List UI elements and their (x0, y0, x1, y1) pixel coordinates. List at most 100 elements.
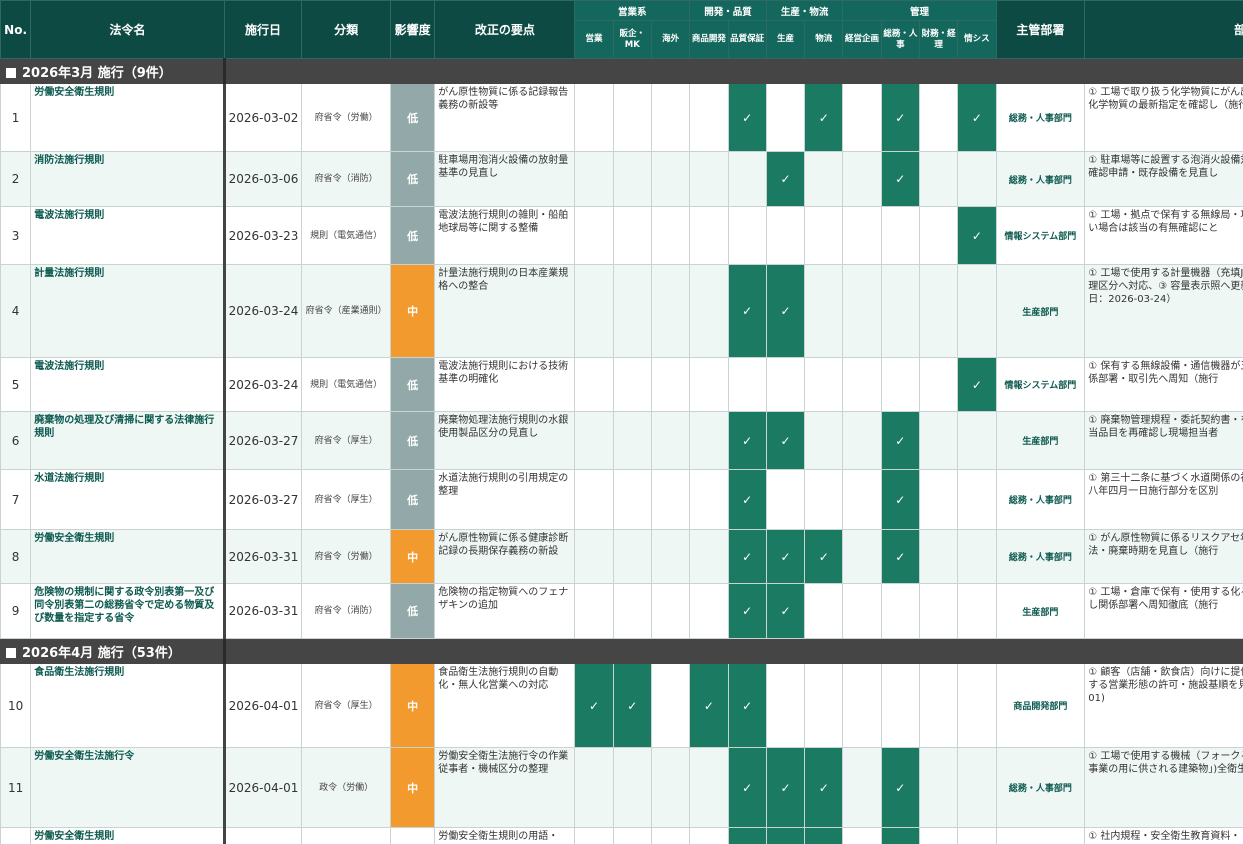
dept-check-cell[interactable]: ✓ (804, 827, 844, 844)
dept-check-cell[interactable]: ✓ (880, 747, 920, 828)
category-cell[interactable]: 規則（電気通信） (301, 357, 391, 412)
header-effective-date[interactable]: 施行日 (223, 0, 303, 59)
table-row[interactable]: 9 危険物の規制に関する政令別表第一及び同令別表第二の総務省令で定める物質及び数量… (0, 583, 1243, 639)
dept-check-cell[interactable] (574, 83, 614, 152)
revision-point-cell[interactable]: がん原性物質に係る記録報告義務の新設等 (434, 83, 576, 152)
header-dept[interactable]: 経営企画 (842, 20, 882, 59)
dept-check-cell[interactable] (918, 583, 959, 639)
dept-check-cell[interactable]: ✓ (880, 827, 920, 844)
dept-check-cell[interactable] (842, 357, 882, 412)
law-name-cell[interactable]: 電波法施行規則 (30, 206, 226, 265)
category-cell[interactable]: 府省令（労働） (301, 83, 391, 152)
dept-check-cell[interactable] (574, 411, 614, 470)
law-name-cell[interactable]: 水道法施行規則 (30, 469, 226, 530)
dept-check-cell[interactable]: ✓ (765, 529, 806, 584)
dept-check-cell[interactable] (918, 529, 959, 584)
dept-check-cell[interactable] (918, 411, 959, 470)
law-name-cell[interactable]: 労働安全衛生法施行令 (30, 747, 226, 828)
dept-check-cell[interactable] (612, 151, 652, 207)
category-cell[interactable]: 府省令（消防） (301, 151, 391, 207)
table-row[interactable]: 7 水道法施行規則 2026-03-27 府省令（厚生）低水道法施行規則の引用規定の整… (0, 469, 1243, 530)
dept-check-cell[interactable] (650, 583, 691, 639)
dept-check-cell[interactable] (804, 663, 844, 748)
dept-detail-cell[interactable]: ① がん原性物質に係るリスクアセ年間保存できる記録管理体制を整理方法・廃棄時期を… (1084, 529, 1243, 584)
dept-detail-cell[interactable]: ① 駐車場等に設置する泡消火設備対象か確認、② 対象となる場合は様・確認申請・既… (1084, 151, 1243, 207)
effective-date-cell[interactable]: 2026-04-01 (223, 663, 303, 748)
dept-check-cell[interactable] (804, 264, 844, 358)
table-row[interactable]: 1 労働安全衛生規則 2026-03-02 府省令（労働）低がん原性物質に係る記録報告… (0, 83, 1243, 152)
dept-check-cell[interactable] (574, 469, 614, 530)
dept-check-cell[interactable] (574, 264, 614, 358)
impact-badge[interactable]: 中 (389, 747, 436, 828)
dept-check-cell[interactable] (689, 83, 729, 152)
dept-check-cell[interactable] (689, 827, 729, 844)
main-dept-cell[interactable]: 生産部門 (995, 264, 1086, 358)
header-dept-detail[interactable]: 部署別 (1084, 0, 1243, 59)
dept-check-cell[interactable]: ✓ (765, 151, 806, 207)
dept-check-cell[interactable] (727, 357, 767, 412)
impact-badge[interactable]: 低 (389, 469, 436, 530)
effective-date-cell[interactable]: 2026-04-01 (223, 747, 303, 828)
dept-check-cell[interactable] (574, 529, 614, 584)
table-row[interactable]: 3 電波法施行規則 2026-03-23 規則（電気通信）低電波法施行規則の雑則・船舶… (0, 206, 1243, 265)
dept-check-cell[interactable] (689, 206, 729, 265)
dept-check-cell[interactable]: ✓ (765, 747, 806, 828)
impact-badge[interactable]: 低 (389, 411, 436, 470)
dept-check-cell[interactable] (650, 83, 691, 152)
dept-detail-cell[interactable]: ① 工場で使用する計量機器（充填JISの版数・参照条文を確認、② 簡易修理区分へ… (1084, 264, 1243, 358)
effective-date-cell[interactable] (223, 827, 303, 844)
row-number[interactable]: 5 (0, 357, 32, 412)
dept-check-cell[interactable] (957, 469, 997, 530)
dept-check-cell[interactable] (842, 469, 882, 530)
dept-detail-cell[interactable]: ① 工場・拠点で保有する無線局・項目を改正後の規定で点検、② 必しない場合は該当… (1084, 206, 1243, 265)
dept-check-cell[interactable] (918, 206, 959, 265)
dept-check-cell[interactable] (650, 206, 691, 265)
dept-check-cell[interactable] (689, 264, 729, 358)
dept-check-cell[interactable]: ✓ (727, 264, 767, 358)
revision-point-cell[interactable]: がん原性物質に係る健康診断記録の長期保存義務の新設 (434, 529, 576, 584)
dept-check-cell[interactable]: ✓ (804, 747, 844, 828)
dept-check-cell[interactable] (574, 827, 614, 844)
dept-check-cell[interactable]: ✓ (727, 747, 767, 828)
header-main-dept[interactable]: 主管部署 (995, 0, 1086, 59)
table-row[interactable]: 6 廃棄物の処理及び清掃に関する法律施行規則 2026-03-27 府省令（厚生）低廃… (0, 411, 1243, 470)
law-name-cell[interactable]: 電波法施行規則 (30, 357, 226, 412)
dept-check-cell[interactable] (689, 583, 729, 639)
dept-detail-cell[interactable]: ① 廃棄物管理規程・委託契約書・を改正後（参照番号「二十」→「の該当品目を再確認… (1084, 411, 1243, 470)
dept-check-cell[interactable] (918, 151, 959, 207)
dept-check-cell[interactable]: ✓ (727, 663, 767, 748)
dept-check-cell[interactable] (842, 747, 882, 828)
table-row[interactable]: 労働安全衛生規則 労働安全衛生規則の用語・ ✓ ✓ ✓ ✓ ① 社内規程・安全衛生教育資料・ (0, 827, 1243, 844)
dept-check-cell[interactable] (574, 583, 614, 639)
dept-check-cell[interactable] (918, 83, 959, 152)
dept-check-cell[interactable]: ✓ (727, 411, 767, 470)
dept-check-cell[interactable] (765, 357, 806, 412)
dept-check-cell[interactable] (842, 411, 882, 470)
dept-check-cell[interactable] (842, 83, 882, 152)
dept-check-cell[interactable] (612, 264, 652, 358)
dept-check-cell[interactable]: ✓ (880, 151, 920, 207)
table-row[interactable]: 5 電波法施行規則 2026-03-24 規則（電気通信）低電波法施行規則における技術… (0, 357, 1243, 412)
dept-detail-cell[interactable]: ① 工場で使用する機械（フォークるか再確認し技能講習・免許・登他の事業の用に供さ… (1084, 747, 1243, 828)
impact-badge[interactable] (389, 827, 436, 844)
dept-detail-cell[interactable]: ① 顧客（店舗・飲食店）向けに提停止機能・異常時自動停止・汚染該当する営業形態の… (1084, 663, 1243, 748)
dept-check-cell[interactable] (650, 827, 691, 844)
header-impact[interactable]: 影響度 (389, 0, 436, 59)
section-title[interactable]: 2026年3月 施行（9件） (0, 58, 225, 84)
row-number[interactable]: 1 (0, 83, 32, 152)
law-name-cell[interactable]: 計量法施行規則 (30, 264, 226, 358)
dept-check-cell[interactable]: ✓ (727, 583, 767, 639)
dept-detail-cell[interactable]: ① 工場で取り扱う化学物質にがん出する記録（様式第二十四号の三障害化学物質の最新… (1084, 83, 1243, 152)
dept-check-cell[interactable] (650, 529, 691, 584)
main-dept-cell[interactable]: 商品開発部門 (995, 663, 1086, 748)
law-name-cell[interactable]: 労働安全衛生規則 (30, 827, 226, 844)
dept-check-cell[interactable] (918, 469, 959, 530)
dept-check-cell[interactable] (612, 357, 652, 412)
dept-check-cell[interactable]: ✓ (765, 411, 806, 470)
header-dept[interactable]: 総務・人事 (880, 20, 920, 59)
dept-check-cell[interactable] (842, 827, 882, 844)
category-cell[interactable]: 府省令（労働） (301, 529, 391, 584)
dept-check-cell[interactable] (574, 357, 614, 412)
dept-check-cell[interactable]: ✓ (957, 83, 997, 152)
impact-badge[interactable]: 低 (389, 206, 436, 265)
